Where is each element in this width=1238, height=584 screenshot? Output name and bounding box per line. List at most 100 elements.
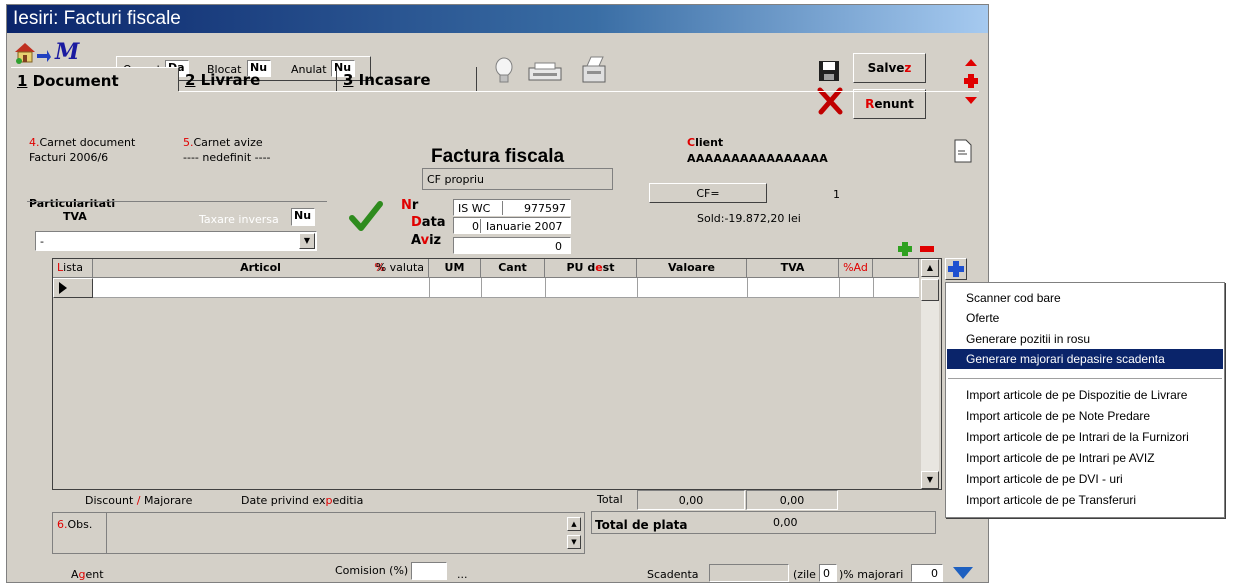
zile-label: (zile: [793, 568, 816, 581]
obs-scroll-down-icon[interactable]: ▼: [567, 535, 581, 549]
remove-row-icon[interactable]: [919, 241, 935, 257]
nr-value: 977597: [524, 202, 566, 215]
tab-document-num: 1: [17, 72, 28, 90]
save-disk-icon[interactable]: [818, 60, 840, 82]
lightbulb-icon[interactable]: [492, 56, 516, 86]
menu-item-scanner[interactable]: Scanner cod bare: [947, 288, 1223, 308]
particularitati-select-value: -: [40, 235, 44, 248]
menu-item-majorari[interactable]: Generare majorari depasire scadenta: [947, 349, 1223, 369]
m-logo-icon: M: [55, 39, 80, 65]
obs-textarea[interactable]: [106, 513, 564, 553]
save-label: Salve: [867, 61, 905, 75]
zile-input[interactable]: 0: [819, 564, 837, 582]
menu-separator: [948, 378, 1222, 379]
main-window: Iesiri: Facturi fiscale M Operat Da Bloc…: [6, 4, 989, 583]
comision-dots[interactable]: ...: [457, 568, 468, 581]
particularitati-select[interactable]: - ▼: [35, 231, 317, 251]
comision-label: Comision (%): [335, 564, 409, 577]
menu-item-import-dispozitie[interactable]: Import articole de pe Dispozitie de Livr…: [947, 385, 1223, 405]
scroll-thumb[interactable]: [921, 279, 939, 301]
scroll-down-icon[interactable]: ▼: [921, 471, 939, 489]
menu-item-pozitii-rosu[interactable]: Generare pozitii in rosu: [947, 329, 1223, 349]
data-value: Ianuarie 2007: [486, 220, 563, 233]
expand-down-icon[interactable]: [951, 565, 975, 581]
client-sold: Sold:-19.872,20 lei: [697, 212, 801, 225]
printer-icon[interactable]: [527, 60, 563, 84]
arrow-down-icon[interactable]: [963, 95, 979, 105]
add-options-icon[interactable]: [945, 258, 967, 280]
menu-item-oferte[interactable]: Oferte: [947, 308, 1223, 328]
carnet-avize-label[interactable]: 5.Carnet avize: [183, 136, 263, 149]
cf-propriu-field[interactable]: CF propriu: [422, 168, 613, 190]
scadenta-label: Scadenta: [647, 568, 699, 581]
menu-item-import-aviz[interactable]: Import articole de pe Intrari pe AVIZ: [947, 448, 1223, 468]
col-pu-dest[interactable]: PU dest: [545, 259, 637, 278]
col-ad[interactable]: %Ad: [839, 259, 873, 278]
col-articol[interactable]: Articol %% valuta: [93, 259, 429, 278]
majorari-input[interactable]: 0: [911, 564, 943, 582]
cancel-button[interactable]: Renunt: [853, 89, 926, 119]
add-row-icon[interactable]: [897, 241, 913, 257]
document-title: Factura fiscala: [431, 146, 565, 167]
aviz-field[interactable]: 0: [453, 237, 571, 254]
taxare-inversa-value[interactable]: Nu: [291, 208, 315, 226]
menu-item-import-dvi[interactable]: Import articole de pe DVI - uri: [947, 469, 1223, 489]
document-icon[interactable]: [953, 139, 973, 163]
data-day: 0: [472, 220, 479, 233]
scroll-up-icon[interactable]: ▲: [921, 259, 939, 277]
tab-livrare-num: 2: [185, 71, 196, 89]
discount-majorare-link[interactable]: Discount / Majorare: [85, 494, 192, 507]
tab-incasare-num: 3: [343, 71, 354, 89]
total-tva: 0,00: [746, 490, 838, 510]
context-menu: Scanner cod bare Oferte Generare pozitii…: [945, 282, 1225, 518]
checkmark-icon[interactable]: [349, 200, 383, 234]
articles-grid[interactable]: Lista Articol %% valuta UM Cant PU dest …: [52, 258, 942, 490]
data-label: Data: [411, 215, 446, 230]
col-cant[interactable]: Cant: [481, 259, 545, 278]
scadenta-input[interactable]: [709, 564, 789, 582]
tab-incasare[interactable]: 3 Incasare: [337, 67, 477, 91]
col-tva[interactable]: TVA: [747, 259, 839, 278]
chevron-down-icon[interactable]: ▼: [299, 233, 315, 249]
particularitati-group-border: [27, 201, 327, 202]
tab-document[interactable]: 1 Document: [11, 67, 179, 91]
tab-divider: [179, 91, 979, 92]
save-button[interactable]: Salvez: [853, 53, 926, 83]
col-lista[interactable]: Lista: [53, 259, 93, 278]
nr-field[interactable]: IS WC 977597: [453, 199, 571, 216]
client-name: AAAAAAAAAAAAAAAA: [687, 152, 829, 165]
fax-icon[interactable]: [579, 54, 609, 86]
cf-count: 1: [833, 188, 840, 201]
menu-item-import-note[interactable]: Import articole de pe Note Predare: [947, 406, 1223, 426]
majorari-label: )% majorari: [839, 568, 904, 581]
grid-row-new[interactable]: [53, 278, 919, 298]
total-valoare: 0,00: [637, 490, 745, 510]
col-um[interactable]: UM: [429, 259, 481, 278]
nr-series: IS WC: [458, 202, 491, 215]
menu-item-import-furnizori[interactable]: Import articole de pe Intrari de la Furn…: [947, 427, 1223, 447]
add-red-icon[interactable]: [963, 73, 979, 89]
carnet-document-value: Facturi 2006/6: [29, 151, 109, 164]
row-indicator: [53, 278, 93, 298]
taxare-inversa-label: Taxare inversa: [199, 213, 279, 226]
data-field[interactable]: 0 Ianuarie 2007: [453, 217, 571, 234]
cf-button[interactable]: CF=: [649, 183, 767, 203]
aviz-label: Aviz: [411, 233, 442, 248]
nr-label: Nr: [401, 198, 419, 213]
window-title: Iesiri: Facturi fiscale: [7, 5, 988, 33]
tab-livrare[interactable]: 2 Livrare: [179, 67, 337, 91]
col-valoare[interactable]: Valoare: [637, 259, 747, 278]
comision-input[interactable]: [411, 562, 447, 580]
obs-scroll-up-icon[interactable]: ▲: [567, 517, 581, 531]
carnet-document-label[interactable]: 4.Carnet document: [29, 136, 135, 149]
expeditie-link[interactable]: Date privind expeditia: [241, 494, 363, 507]
arrow-up-icon[interactable]: [963, 57, 979, 67]
home-icon[interactable]: [11, 38, 51, 64]
cancel-hotkey: R: [865, 97, 875, 111]
menu-item-import-transferuri[interactable]: Import articole de pe Transferuri: [947, 490, 1223, 510]
col-blank: [873, 259, 919, 278]
total-label: Total: [597, 493, 623, 506]
total-plata-border: [591, 511, 936, 534]
client-label: Client: [687, 136, 724, 149]
grid-scrollbar[interactable]: ▲ ▼: [921, 259, 939, 489]
